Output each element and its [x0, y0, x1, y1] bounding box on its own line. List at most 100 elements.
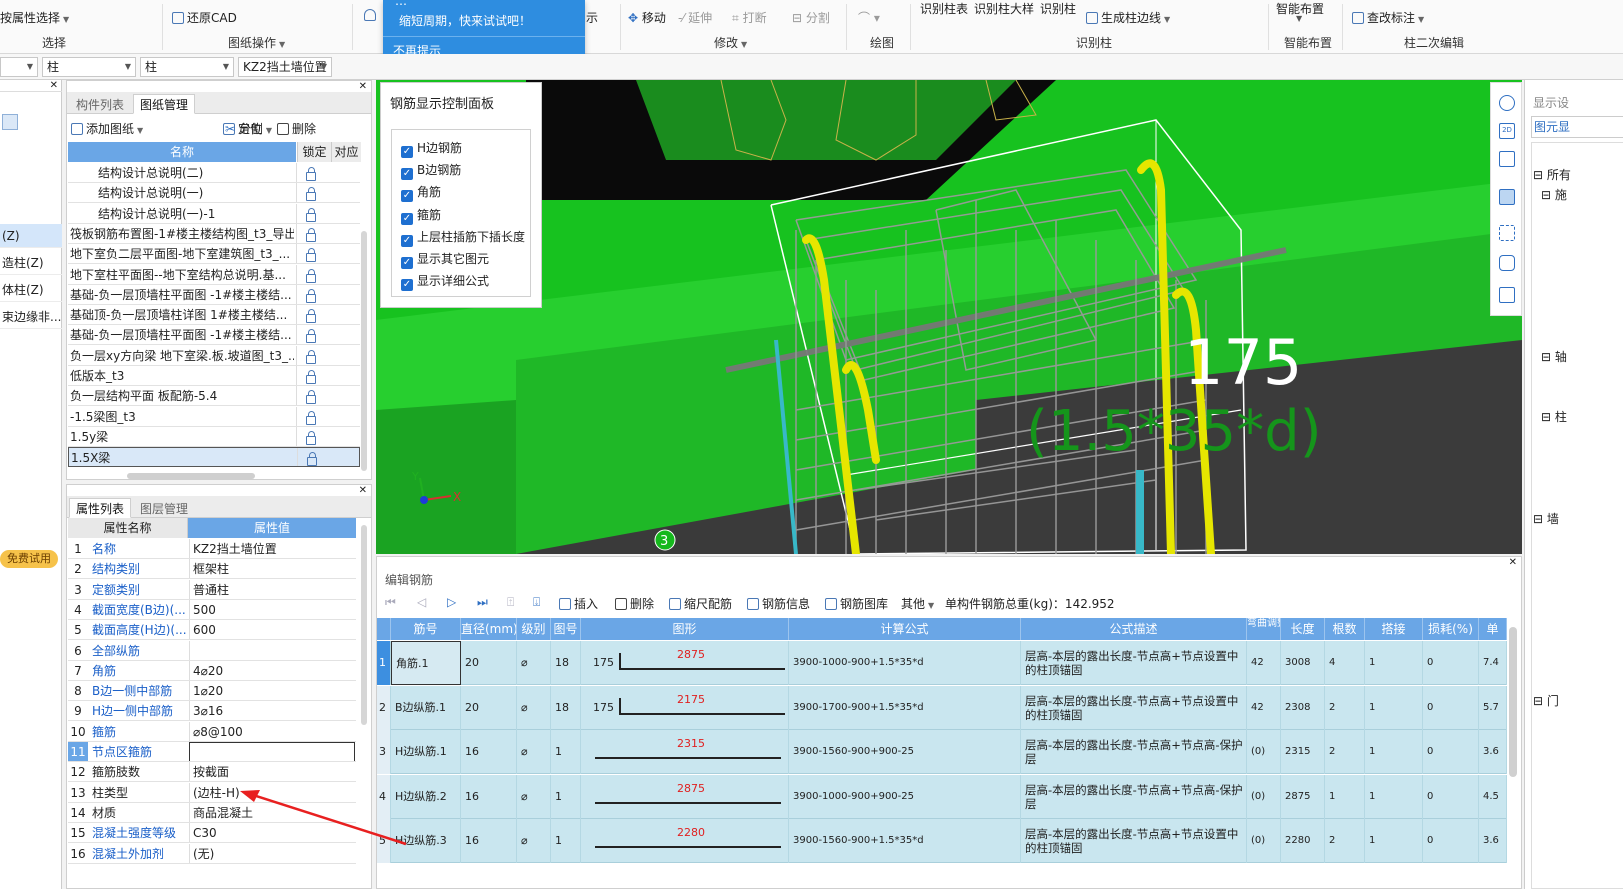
grid-cell[interactable]: 2280 — [1281, 819, 1325, 864]
drawing-row[interactable]: 低版本_t3 — [68, 366, 360, 386]
grid-cell[interactable]: 7.4 — [1479, 641, 1507, 685]
col-match-header[interactable]: 对应 — [331, 142, 361, 162]
move-down-icon[interactable]: ⍗ — [533, 595, 540, 610]
grid-cell[interactable]: 1 — [1365, 774, 1423, 819]
2d-view-icon[interactable]: 2D — [1499, 123, 1515, 139]
grid-cell[interactable]: 3.6 — [1479, 730, 1507, 775]
grid-cell[interactable]: 18 — [551, 685, 581, 730]
prop-value[interactable]: 普通柱 — [189, 579, 355, 599]
prop-row[interactable]: 7 角筋 4⌀20 — [68, 660, 356, 681]
grid-cell[interactable]: 层高-本层的露出长度-节点高+节点高-保护层 — [1021, 730, 1247, 775]
tree-item-door[interactable]: ⊟ 门 — [1533, 692, 1559, 709]
col-name-header[interactable]: 名称 — [68, 142, 296, 162]
drawing-row[interactable]: 基础-负一层顶墙柱平面图 -1#楼主楼结... — [68, 325, 360, 346]
rebar-row[interactable]: 2 B边纵筋.1 20 ⌀ 18 175 2175 3900-1700-900+1.5*35*… — [377, 685, 1507, 730]
grid-cell[interactable]: 4 — [1325, 641, 1365, 685]
drawing-row[interactable]: 筏板钢筋布置图-1#楼主楼结构图_t3_导出 — [68, 223, 360, 244]
element-display-tab[interactable]: 图元显 — [1531, 116, 1623, 138]
prop-value[interactable]: 3⌀16 — [189, 701, 355, 721]
last-icon[interactable]: ⏭ — [477, 595, 488, 610]
grid-cell[interactable]: 3008 — [1281, 641, 1325, 685]
id-col-detail-button[interactable]: 识别柱大样 — [974, 0, 1034, 17]
prop-row[interactable]: 2 结构类别 框架柱 — [68, 559, 356, 580]
grid-cell[interactable]: 3900-1000-900+900-25 — [789, 774, 1021, 819]
col-lock-header[interactable]: 锁定 — [297, 142, 331, 162]
drawing-row[interactable]: 负一层xy方向梁 地下室梁.板.坡道图_t3_... — [68, 345, 360, 366]
delete-drawing-button[interactable]: 删除 — [277, 120, 316, 137]
grid-header-cell[interactable]: 弯曲调整 — [1247, 618, 1281, 640]
prop-value[interactable]: 4⌀20 — [189, 660, 355, 680]
grid-cell[interactable]: ⌀ — [517, 730, 551, 775]
drawing-row[interactable]: -1.5梁图_t3 — [68, 406, 360, 427]
drawing-row[interactable]: 1.5y梁 — [68, 426, 360, 447]
grid-cell[interactable]: 3900-1700-900+1.5*35*d — [789, 685, 1021, 730]
grid-header-cell[interactable]: 搭接 — [1365, 618, 1423, 640]
add-drawing-button[interactable]: 添加图纸 ▼ — [71, 120, 143, 137]
lock-icon[interactable] — [306, 227, 316, 242]
grid-cell[interactable]: 层高-本层的露出长度-节点高+节点设置中的柱顶锚固 — [1021, 641, 1247, 685]
restore-cad-button[interactable]: 还原CAD — [172, 9, 237, 26]
grid-cell[interactable]: 0 — [1423, 774, 1479, 819]
grid-cell[interactable]: 3.6 — [1479, 819, 1507, 864]
first-icon[interactable]: ⏮ — [385, 595, 396, 610]
prop-value[interactable]: 框架柱 — [189, 559, 355, 579]
grid-header-cell[interactable]: 损耗(%) — [1423, 618, 1479, 640]
rebar-row[interactable]: 4 H边纵筋.2 16 ⌀ 1 2875 3900-1000-900+900-25 层高-本层… — [377, 774, 1507, 819]
move-button[interactable]: ✥ 移动 — [628, 9, 666, 26]
drawing-row[interactable]: 结构设计总说明(二) — [68, 163, 360, 183]
grid-cell[interactable]: ⌀ — [517, 641, 551, 685]
prop-row[interactable]: 4 截面宽度(B边)(... 500 — [68, 599, 356, 620]
prop-value[interactable]: 按截面 — [189, 762, 355, 782]
tree-item-wall[interactable]: ⊟ 墙 — [1533, 510, 1559, 527]
modify-group-dropdown[interactable]: 修改 ▼ — [714, 34, 747, 51]
lock-icon[interactable] — [306, 430, 316, 445]
grid-cell[interactable]: B边纵筋.1 — [391, 685, 461, 730]
gen-col-edge-button[interactable]: 生成柱边线 ▼ — [1086, 9, 1170, 26]
grid-cell[interactable]: 层高-本层的露出长度-节点高+节点设置中的柱顶锚固 — [1021, 685, 1247, 730]
checkbox-icon[interactable]: ✓ — [401, 146, 413, 158]
component-combo[interactable]: KZ2挡土墙位置 ▼ — [238, 57, 332, 77]
lock-icon[interactable] — [306, 390, 316, 405]
h-scrollbar[interactable] — [127, 473, 255, 479]
close-icon[interactable]: ✕ — [359, 485, 367, 496]
lock-icon[interactable] — [306, 187, 316, 202]
grid-cell[interactable]: (0) — [1247, 730, 1281, 775]
prop-value[interactable] — [189, 640, 355, 660]
grid-header-cell[interactable]: 根数 — [1325, 618, 1365, 640]
grid-cell[interactable]: (0) — [1247, 774, 1281, 819]
other-dropdown[interactable]: 其他 ▼ — [901, 595, 934, 612]
drawing-row[interactable]: 结构设计总说明(一)-1 — [68, 203, 360, 224]
prop-row[interactable]: 9 H边一侧中部筋 3⌀16 — [68, 701, 356, 722]
left-item-2[interactable]: 造柱(Z) — [0, 251, 62, 275]
prop-row[interactable]: 16 混凝土外加剂 (无) — [68, 843, 356, 864]
grid-cell[interactable]: 层高-本层的露出长度-节点高+节点设置中的柱顶锚固 — [1021, 819, 1247, 864]
smart-layout-caret[interactable]: ▼ — [1296, 14, 1302, 23]
grid-header-cell[interactable]: 单 — [1479, 618, 1507, 640]
grid-cell[interactable]: 16 — [461, 730, 517, 775]
grid-cell[interactable]: 16 — [461, 774, 517, 819]
prop-value-header[interactable]: 属性值 — [188, 518, 356, 538]
left-item-3[interactable]: 体柱(Z) — [0, 278, 62, 302]
grid-header-cell[interactable]: 公式描述 — [1021, 618, 1247, 640]
grid-cell[interactable]: 3900-1000-900+1.5*35*d — [789, 641, 1021, 685]
grid-cell[interactable]: 层高-本层的露出长度-节点高+节点高-保护层 — [1021, 774, 1247, 819]
prop-value[interactable]: 500 — [189, 599, 355, 619]
drawing-row[interactable]: 1.5X梁 — [68, 447, 360, 468]
grid-cell[interactable]: 18 — [551, 641, 581, 685]
scrollbar[interactable] — [361, 525, 367, 725]
tree-item-construction[interactable]: ⊟ 施 — [1541, 186, 1567, 203]
3d-view-icon[interactable] — [1499, 189, 1515, 205]
lock-icon[interactable] — [306, 248, 316, 263]
display-checkbox[interactable]: ✓ B边钢筋 — [401, 161, 461, 181]
break-button[interactable]: ⌗ 打断 — [732, 9, 767, 26]
extend-button[interactable]: -⁄ 延伸 — [678, 9, 712, 26]
prop-row[interactable]: 3 定额类别 普通柱 — [68, 579, 356, 600]
display-checkbox[interactable]: ✓ 显示详细公式 — [401, 272, 489, 292]
close-icon[interactable]: ✕ — [1509, 557, 1517, 568]
lock-icon[interactable] — [306, 268, 316, 283]
grid-cell[interactable]: 5.7 — [1479, 685, 1507, 730]
prop-row[interactable]: 12 箍筋肢数 按截面 — [68, 762, 356, 783]
tab-drawings[interactable]: 图纸管理 — [133, 94, 196, 114]
grid-cell[interactable]: 20 — [461, 641, 517, 685]
prop-value[interactable]: 600 — [189, 620, 355, 640]
